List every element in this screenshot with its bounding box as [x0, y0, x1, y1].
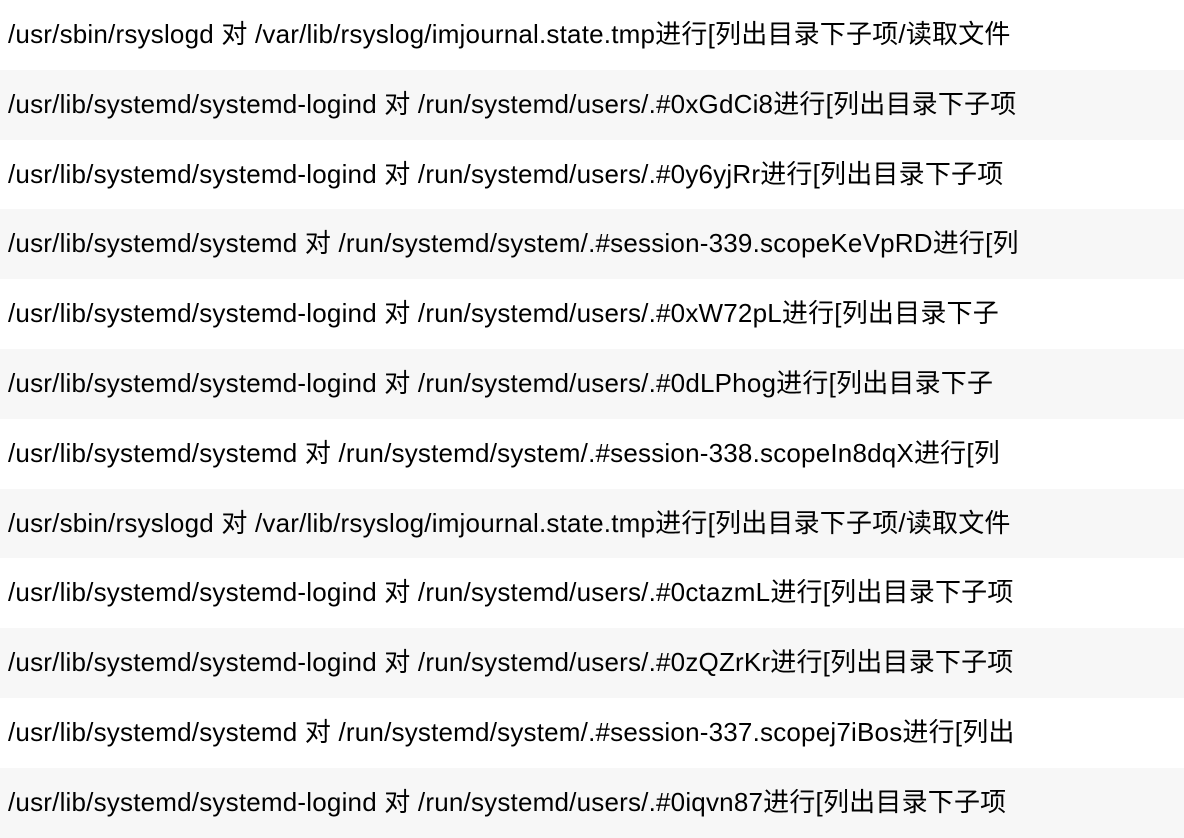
log-row[interactable]: /usr/sbin/rsyslogd 对 /var/lib/rsyslog/im… [0, 0, 1184, 70]
log-text: /usr/lib/systemd/systemd-logind 对 /run/s… [8, 577, 1014, 607]
log-text: /usr/lib/systemd/systemd 对 /run/systemd/… [8, 717, 1015, 747]
log-row[interactable]: /usr/lib/systemd/systemd-logind 对 /run/s… [0, 558, 1184, 628]
log-row[interactable]: /usr/sbin/rsyslogd 对 /var/lib/rsyslog/im… [0, 489, 1184, 559]
log-row[interactable]: /usr/lib/systemd/systemd-logind 对 /run/s… [0, 70, 1184, 140]
log-row[interactable]: /usr/lib/systemd/systemd 对 /run/systemd/… [0, 209, 1184, 279]
log-text: /usr/lib/systemd/systemd 对 /run/systemd/… [8, 228, 1019, 258]
log-row[interactable]: /usr/lib/systemd/systemd 对 /run/systemd/… [0, 419, 1184, 489]
log-row[interactable]: /usr/lib/systemd/systemd-logind 对 /run/s… [0, 768, 1184, 838]
log-row[interactable]: /usr/lib/systemd/systemd 对 /run/systemd/… [0, 698, 1184, 768]
log-text: /usr/sbin/rsyslogd 对 /var/lib/rsyslog/im… [8, 19, 1011, 49]
log-text: /usr/lib/systemd/systemd-logind 对 /run/s… [8, 89, 1016, 119]
log-text: /usr/lib/systemd/systemd-logind 对 /run/s… [8, 298, 999, 328]
log-row[interactable]: /usr/lib/systemd/systemd-logind 对 /run/s… [0, 140, 1184, 210]
log-row[interactable]: /usr/lib/systemd/systemd-logind 对 /run/s… [0, 349, 1184, 419]
log-text: /usr/sbin/rsyslogd 对 /var/lib/rsyslog/im… [8, 508, 1011, 538]
log-text: /usr/lib/systemd/systemd 对 /run/systemd/… [8, 438, 1000, 468]
log-text: /usr/lib/systemd/systemd-logind 对 /run/s… [8, 647, 1014, 677]
log-text: /usr/lib/systemd/systemd-logind 对 /run/s… [8, 368, 993, 398]
log-text: /usr/lib/systemd/systemd-logind 对 /run/s… [8, 787, 1006, 817]
log-row[interactable]: /usr/lib/systemd/systemd-logind 对 /run/s… [0, 628, 1184, 698]
log-row[interactable]: /usr/lib/systemd/systemd-logind 对 /run/s… [0, 279, 1184, 349]
log-list: /usr/sbin/rsyslogd 对 /var/lib/rsyslog/im… [0, 0, 1184, 838]
log-text: /usr/lib/systemd/systemd-logind 对 /run/s… [8, 159, 1003, 189]
